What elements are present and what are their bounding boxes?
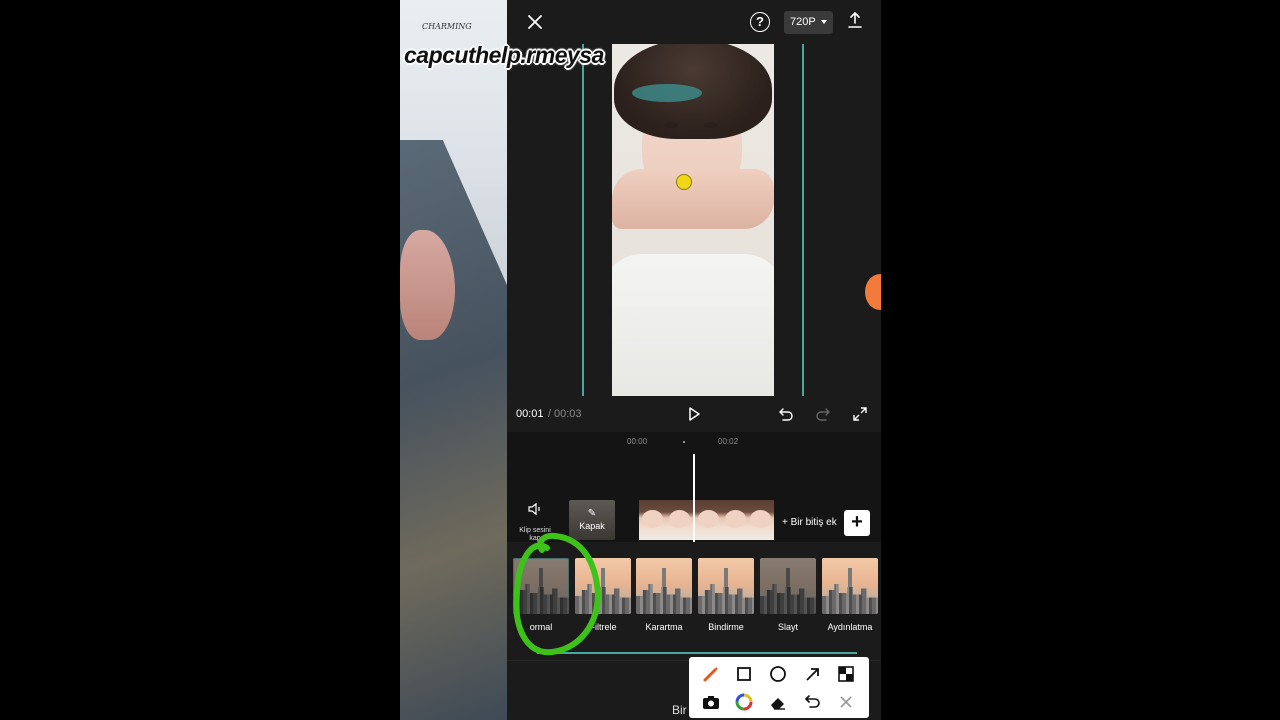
annotation-circle: [513, 532, 601, 656]
frame-smiley-bead: [676, 174, 692, 190]
close-icon[interactable]: [525, 12, 545, 32]
brush-icon[interactable]: [701, 664, 721, 684]
chevron-down-icon: [821, 20, 827, 24]
undo-icon[interactable]: [778, 406, 794, 422]
drawing-toolbar: [689, 657, 869, 718]
background-photo: CHARMING: [400, 0, 507, 720]
clip-thumbnail[interactable]: [666, 500, 693, 540]
clip-thumbnail[interactable]: [747, 500, 774, 540]
watermark-text: capcuthelp.rmeysa: [404, 42, 604, 68]
clip-thumbnail[interactable]: [722, 500, 749, 540]
transition-thumbnail: [636, 558, 692, 614]
help-icon[interactable]: ?: [750, 12, 770, 32]
transition-item-overlay[interactable]: Bindirme: [698, 558, 754, 632]
transition-label: Aydınlatma: [827, 622, 873, 632]
redo-icon[interactable]: [815, 406, 831, 422]
video-frame[interactable]: [612, 44, 774, 396]
floating-record-dot[interactable]: [865, 274, 881, 310]
play-icon[interactable]: [686, 406, 702, 422]
eraser-icon[interactable]: [768, 692, 788, 712]
bottom-label: Bir: [672, 703, 687, 717]
frame-eye-right: [704, 122, 718, 128]
undo-icon[interactable]: [803, 692, 823, 712]
guide-line-right: [802, 44, 804, 396]
time-separator: /: [548, 408, 552, 420]
transition-item-fade[interactable]: Karartma: [636, 558, 692, 632]
fullscreen-icon[interactable]: [852, 406, 868, 422]
total-time: 00:03: [554, 408, 582, 420]
ruler-tick: [683, 441, 685, 443]
photo-jacket: [400, 140, 507, 720]
resolution-select[interactable]: 720P: [784, 11, 833, 34]
ruler-label: 00:02: [718, 437, 739, 446]
guide-line-left: [582, 44, 584, 396]
frame-arm: [612, 169, 774, 229]
clip-thumbnail[interactable]: [695, 500, 722, 540]
close-icon[interactable]: [836, 692, 856, 712]
color-wheel-icon[interactable]: [734, 692, 754, 712]
transition-label: Karartma: [645, 622, 683, 632]
transition-thumbnail: [760, 558, 816, 614]
arrow-icon[interactable]: [803, 664, 823, 684]
transition-thumbnail: [698, 558, 754, 614]
transition-thumbnail: [822, 558, 878, 614]
transition-label: Slayt: [777, 622, 798, 632]
editor-header: ? 720P: [507, 0, 881, 44]
add-clip-button[interactable]: +: [844, 510, 870, 536]
export-icon[interactable]: [847, 11, 863, 29]
speaker-icon: [528, 502, 540, 516]
circle-icon[interactable]: [768, 664, 788, 684]
frame-hair-highlight: [632, 84, 702, 102]
camera-icon[interactable]: [701, 692, 721, 712]
video-preview[interactable]: [507, 44, 881, 400]
transition-item-brighten[interactable]: Aydınlatma: [822, 558, 878, 632]
clip-thumbnail[interactable]: [639, 500, 666, 540]
photo-brand-text: CHARMING: [422, 22, 472, 31]
mosaic-icon[interactable]: [836, 664, 856, 684]
timeline[interactable]: 00:00 00:02 Klip sesini kap ✎ Kapak + Bi…: [507, 432, 881, 542]
add-ending-button[interactable]: + Bir bitiş ek: [782, 517, 837, 528]
frame-shirt: [612, 254, 774, 396]
transition-item-slide[interactable]: Slayt: [760, 558, 816, 632]
playback-bar: 00:01 / 00:03: [507, 400, 881, 430]
frame-eye-left: [664, 122, 678, 128]
current-time: 00:01: [516, 408, 544, 420]
edit-pencil-icon: ✎: [587, 508, 597, 519]
screen: CHARMING ? 720P 00:01 / 00:03 00:00 00:0…: [0, 0, 1280, 720]
transition-label: Bindirme: [708, 622, 744, 632]
playhead[interactable]: [693, 454, 695, 542]
rectangle-icon[interactable]: [734, 664, 754, 684]
resolution-value: 720P: [790, 16, 816, 28]
ruler-label: 00:00: [627, 437, 648, 446]
